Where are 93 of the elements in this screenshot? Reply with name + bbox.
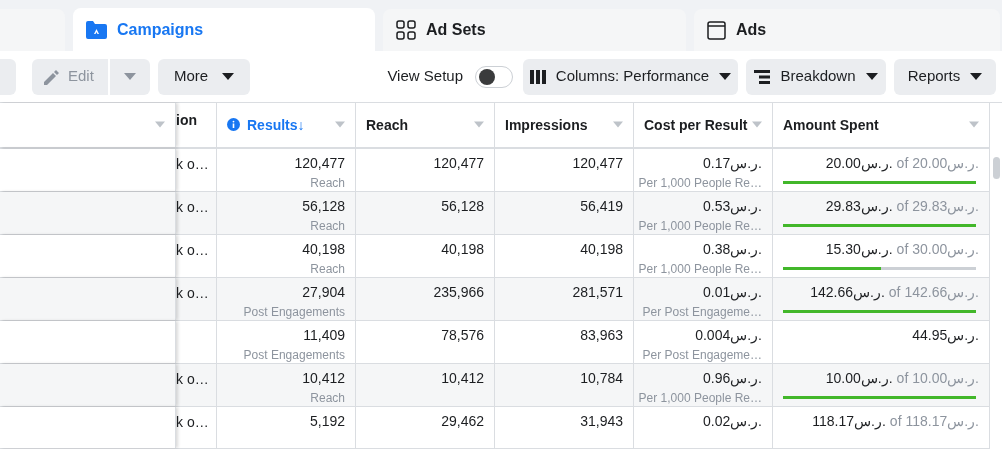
table-cell: 120,477 xyxy=(294,153,345,172)
budget-text: of 118.17ر.س. xyxy=(889,411,979,430)
table-cell: 281,571 xyxy=(572,282,623,301)
tab[interactable]: Campaigns xyxy=(73,8,375,51)
table-cell: 29,462 xyxy=(441,411,484,430)
view-setup-label: View Setup xyxy=(387,66,463,87)
table-cell: k o… xyxy=(176,155,209,172)
columns-button[interactable]: Columns: Performance xyxy=(523,58,738,95)
grid-icon xyxy=(396,20,416,40)
table-cell: 120,477 xyxy=(572,153,623,172)
more-button[interactable]: More xyxy=(158,58,251,95)
result-type-label: Per 1,000 People Re… xyxy=(638,389,762,406)
budget-text: of 30.00ر.س. xyxy=(896,239,979,258)
pencil-icon xyxy=(44,68,60,85)
result-type-label: Per 1,000 People Re… xyxy=(638,217,762,234)
result-type-label: Reach xyxy=(310,217,345,234)
table-cell: 0.96ر.س. xyxy=(702,368,762,387)
tab[interactable]: Ads xyxy=(694,9,1000,51)
table-cell: k o… xyxy=(176,241,209,258)
caret-icon xyxy=(865,73,878,80)
result-type-label: Per Post Engageme… xyxy=(642,303,762,320)
amount-spent: 142.66ر.س. xyxy=(810,282,885,301)
budget-text: of 29.83ر.س. xyxy=(896,196,979,215)
budget-text: of 20.00ر.س. xyxy=(896,153,979,172)
breakdown-icon xyxy=(754,69,771,84)
budget-text: of 10.00ر.س. xyxy=(896,368,979,387)
table-cell: 5,192 xyxy=(309,411,345,430)
table-cell: 27,904 xyxy=(302,282,345,301)
amount-spent: 29.83ر.س. xyxy=(825,196,893,215)
table-cell: 83,963 xyxy=(580,325,623,344)
amount-spent: 10.00ر.س. xyxy=(825,368,893,387)
result-type-label: Post Engagements xyxy=(243,346,345,363)
caret-icon xyxy=(474,121,484,129)
result-type-label: Per 1,000 People Re… xyxy=(638,174,762,191)
table-cell: 0.01ر.س. xyxy=(702,282,762,301)
caret-icon xyxy=(124,73,136,80)
caret-icon xyxy=(335,121,345,129)
breakdown-button[interactable]: Breakdown xyxy=(746,58,886,95)
table-cell: 0.53ر.س. xyxy=(702,196,762,215)
view-setup-toggle[interactable] xyxy=(475,65,513,88)
caret-icon xyxy=(222,73,235,80)
caret-icon xyxy=(752,121,762,129)
table-cell: 10,412 xyxy=(441,368,484,387)
table-cell: 235,966 xyxy=(433,282,484,301)
amount-spent: 15.30ر.س. xyxy=(825,239,893,258)
table-cell: 56,128 xyxy=(441,196,484,215)
table-cell: 10,784 xyxy=(580,368,623,387)
reports-button[interactable]: Reports xyxy=(894,58,996,95)
table-cell: 0.38ر.س. xyxy=(702,239,762,258)
table-cell: 31,943 xyxy=(580,411,623,430)
table-cell: 56,419 xyxy=(580,196,623,215)
result-type-label: Reach xyxy=(310,174,345,191)
table-cell: 40,198 xyxy=(302,239,345,258)
column-header[interactable]: Cost per Result xyxy=(634,103,773,147)
table-cell: 56,128 xyxy=(302,196,345,215)
tab[interactable]: Ad Sets xyxy=(383,9,686,51)
column-header[interactable]: Impressions xyxy=(495,103,634,147)
info-icon xyxy=(227,118,240,132)
result-type-label: Per Post Engageme… xyxy=(642,346,762,363)
columns-icon xyxy=(529,69,546,84)
column-header[interactable]: Amount Spent xyxy=(773,103,990,147)
scrollbar-thumb[interactable] xyxy=(993,157,1000,179)
table-cell: 120,477 xyxy=(433,153,484,172)
amount-spent: 44.95ر.س. xyxy=(912,325,979,344)
caret-icon xyxy=(970,73,983,80)
amount-spent: 118.17ر.س. xyxy=(812,411,886,430)
table-cell: 0.004ر.س. xyxy=(695,325,762,344)
caret-icon xyxy=(613,121,623,129)
result-type-label: Per 1,000 People Re… xyxy=(638,260,762,277)
window-icon xyxy=(707,20,726,40)
result-type-label: Reach xyxy=(310,260,345,277)
table-cell: 40,198 xyxy=(441,239,484,258)
column-header[interactable]: Results↓ xyxy=(217,103,356,147)
table-cell: 0.17ر.س. xyxy=(702,153,762,172)
result-type-label: Reach xyxy=(310,389,345,406)
folder-icon xyxy=(86,20,107,39)
amount-spent: 20.00ر.س. xyxy=(825,153,893,172)
caret-icon xyxy=(719,73,732,80)
table-cell: k o… xyxy=(176,284,209,301)
caret-icon xyxy=(969,121,979,129)
table-cell: k o… xyxy=(176,370,209,387)
budget-text: of 142.66ر.س. xyxy=(888,282,979,301)
table-cell: 10,412 xyxy=(302,368,345,387)
column-header[interactable]: ion xyxy=(176,103,217,147)
table-cell: 78,576 xyxy=(441,325,484,344)
table-cell: k o… xyxy=(176,198,209,215)
column-header[interactable]: Reach xyxy=(356,103,495,147)
caret-icon xyxy=(155,121,165,129)
table-cell: 11,409 xyxy=(303,325,345,344)
table-cell: 40,198 xyxy=(580,239,623,258)
table-cell: 0.02ر.س. xyxy=(702,411,762,430)
table-cell: k o… xyxy=(176,413,209,430)
result-type-label: Post Engagements xyxy=(243,303,345,320)
